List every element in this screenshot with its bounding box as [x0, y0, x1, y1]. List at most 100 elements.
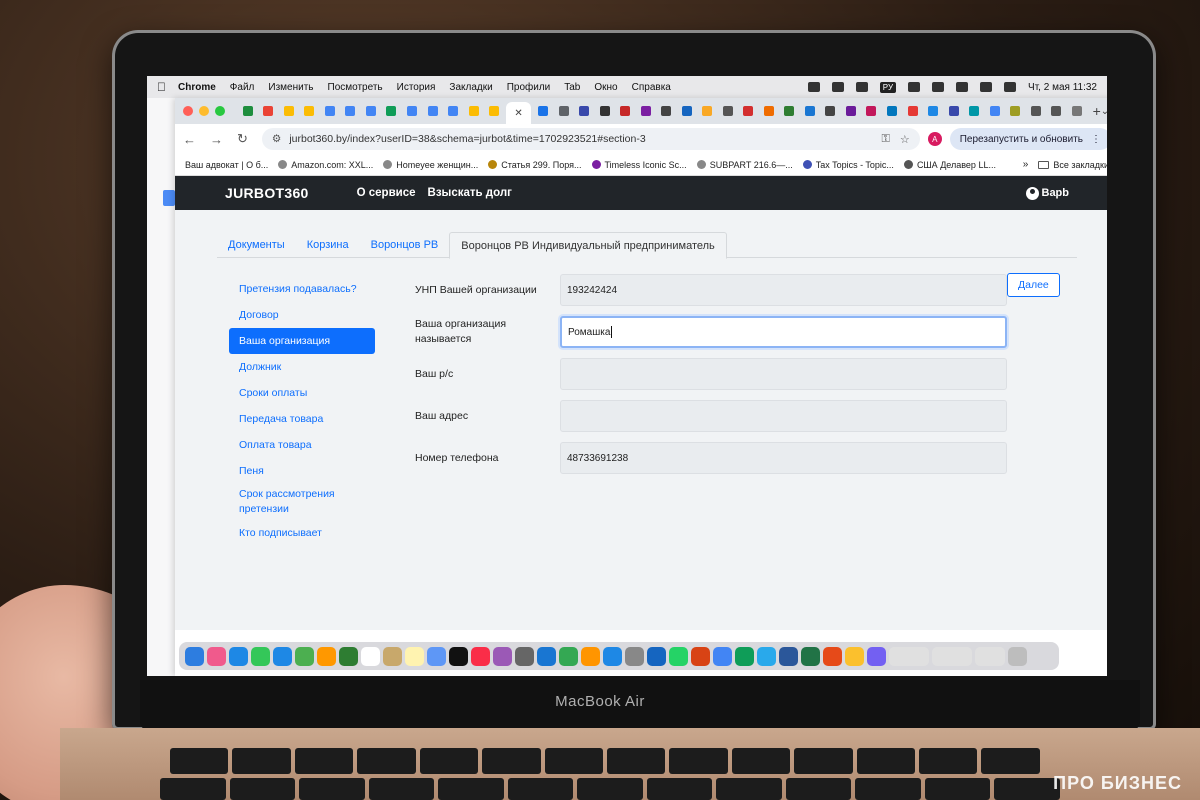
minimize-window-button[interactable] [199, 106, 209, 116]
section-goods-payment[interactable]: Оплата товара [229, 432, 375, 458]
menubar-app-name[interactable]: Chrome [178, 82, 216, 93]
podcasts-icon[interactable] [493, 646, 512, 666]
github-icon[interactable] [831, 82, 844, 92]
input-source-badge[interactable]: РУ [879, 81, 897, 93]
browser-tab[interactable] [403, 102, 421, 120]
tab-documents[interactable]: Документы [217, 232, 296, 258]
account-input[interactable] [560, 358, 1007, 390]
browser-tab[interactable] [945, 102, 963, 120]
nav-about[interactable]: О сервисе [357, 187, 416, 199]
browser-tab[interactable] [924, 102, 942, 120]
section-debtor[interactable]: Должник [229, 354, 375, 380]
close-tab-icon[interactable]: ✕ [514, 108, 522, 119]
menu-view[interactable]: Посмотреть [328, 82, 383, 93]
control-center-icon[interactable] [980, 82, 993, 92]
wifi-icon[interactable] [932, 82, 945, 92]
tab-vorontsov[interactable]: Воронцов РВ [360, 232, 450, 258]
minimized-window[interactable] [975, 646, 1005, 666]
bookmark-item[interactable]: Amazon.com: XXL... [278, 160, 373, 170]
nav-collect-debt[interactable]: Взыскать долг [428, 187, 512, 199]
minimized-window[interactable] [932, 646, 972, 666]
calendar-icon[interactable] [361, 646, 380, 666]
browser-tab[interactable] [863, 102, 881, 120]
menu-bookmarks[interactable]: Закладки [449, 82, 492, 93]
browser-tab[interactable] [239, 102, 257, 120]
browser-tab[interactable] [822, 102, 840, 120]
messages-icon[interactable] [251, 646, 270, 666]
excel-icon[interactable] [801, 646, 820, 666]
numbers-icon[interactable] [559, 646, 578, 666]
bookmark-item[interactable]: Статья 299. Поря... [488, 160, 582, 170]
system-settings-icon[interactable] [625, 646, 644, 666]
browser-tab[interactable] [1027, 102, 1045, 120]
app-icon[interactable] [735, 646, 754, 666]
freeform-icon[interactable] [427, 646, 446, 666]
facetime-icon[interactable] [339, 646, 358, 666]
browser-tab[interactable] [719, 102, 737, 120]
app-store-icon[interactable] [603, 646, 622, 666]
tab-vorontsov-ip[interactable]: Воронцов РВ Индивидуальный предпринимате… [449, 232, 727, 259]
chrome-icon[interactable] [713, 646, 732, 666]
apple-icon[interactable]:  [157, 80, 166, 94]
bookmark-item[interactable]: США Делавер LL... [903, 160, 996, 170]
launchpad-icon[interactable] [207, 646, 226, 666]
app-icon[interactable] [647, 646, 666, 666]
search-icon[interactable] [956, 82, 969, 92]
notes-icon[interactable] [405, 646, 424, 666]
browser-tab[interactable] [383, 102, 401, 120]
minimized-window[interactable] [889, 646, 929, 666]
browser-tab[interactable] [342, 102, 360, 120]
siri-icon[interactable] [1004, 82, 1017, 92]
menu-help[interactable]: Справка [632, 82, 671, 93]
battery-icon[interactable] [908, 82, 921, 92]
browser-tab[interactable] [883, 102, 901, 120]
pages-icon[interactable] [581, 646, 600, 666]
bookmark-item[interactable]: SUBPART 216.6—... [696, 160, 793, 170]
browser-tab[interactable] [637, 102, 655, 120]
forward-arrow-icon[interactable]: → [210, 132, 223, 147]
menubar-clock[interactable]: Чт, 2 мая 11:32 [1028, 82, 1097, 93]
browser-tab[interactable] [280, 102, 298, 120]
password-key-icon[interactable]: ⚿ [881, 133, 889, 146]
browser-tab[interactable] [616, 102, 634, 120]
zoom-window-button[interactable] [215, 106, 225, 116]
address-input[interactable] [560, 400, 1007, 432]
tab-search-icon[interactable]: ⌄ [1101, 106, 1107, 117]
menu-edit[interactable]: Изменить [268, 82, 313, 93]
address-bar[interactable]: ⚙ jurbot360.by/index?userID=38&schema=ju… [261, 128, 920, 150]
music-icon[interactable] [471, 646, 490, 666]
browser-tab[interactable] [678, 102, 696, 120]
menu-window[interactable]: Окно [594, 82, 617, 93]
bookmark-item[interactable]: Timeless Iconic Sc... [591, 160, 687, 170]
close-window-button[interactable] [183, 106, 193, 116]
browser-tab[interactable] [444, 102, 462, 120]
more-bookmarks-button[interactable]: » [1023, 159, 1029, 170]
menu-file[interactable]: Файл [230, 82, 255, 93]
next-button[interactable]: Далее [1007, 273, 1060, 297]
browser-tab[interactable] [760, 102, 778, 120]
browser-tab[interactable] [321, 102, 339, 120]
site-info-icon[interactable]: ⚙ [272, 133, 281, 145]
keynote-icon[interactable] [537, 646, 556, 666]
app-icon[interactable] [515, 646, 534, 666]
browser-tab[interactable] [534, 102, 552, 120]
contacts-icon[interactable] [383, 646, 402, 666]
browser-tab[interactable] [260, 102, 278, 120]
app-icon[interactable] [823, 646, 842, 666]
site-logo[interactable]: JURBOT360 [225, 185, 309, 201]
mail-icon[interactable] [273, 646, 292, 666]
browser-tab[interactable] [1068, 102, 1086, 120]
phone-input[interactable]: 48733691238 [560, 442, 1007, 474]
all-bookmarks-button[interactable]: Все закладки [1038, 160, 1107, 170]
browser-tab[interactable] [301, 102, 319, 120]
bookmark-item[interactable]: Homeyee женщин... [383, 160, 478, 170]
telegram-icon[interactable] [757, 646, 776, 666]
app-icon[interactable] [691, 646, 710, 666]
browser-tab[interactable] [965, 102, 983, 120]
browser-tab[interactable] [801, 102, 819, 120]
viber-icon[interactable] [867, 646, 886, 666]
app-icon[interactable] [845, 646, 864, 666]
browser-tab[interactable] [842, 102, 860, 120]
maps-icon[interactable] [295, 646, 314, 666]
relaunch-update-button[interactable]: Перезапустить и обновить ⋮ [949, 128, 1107, 150]
